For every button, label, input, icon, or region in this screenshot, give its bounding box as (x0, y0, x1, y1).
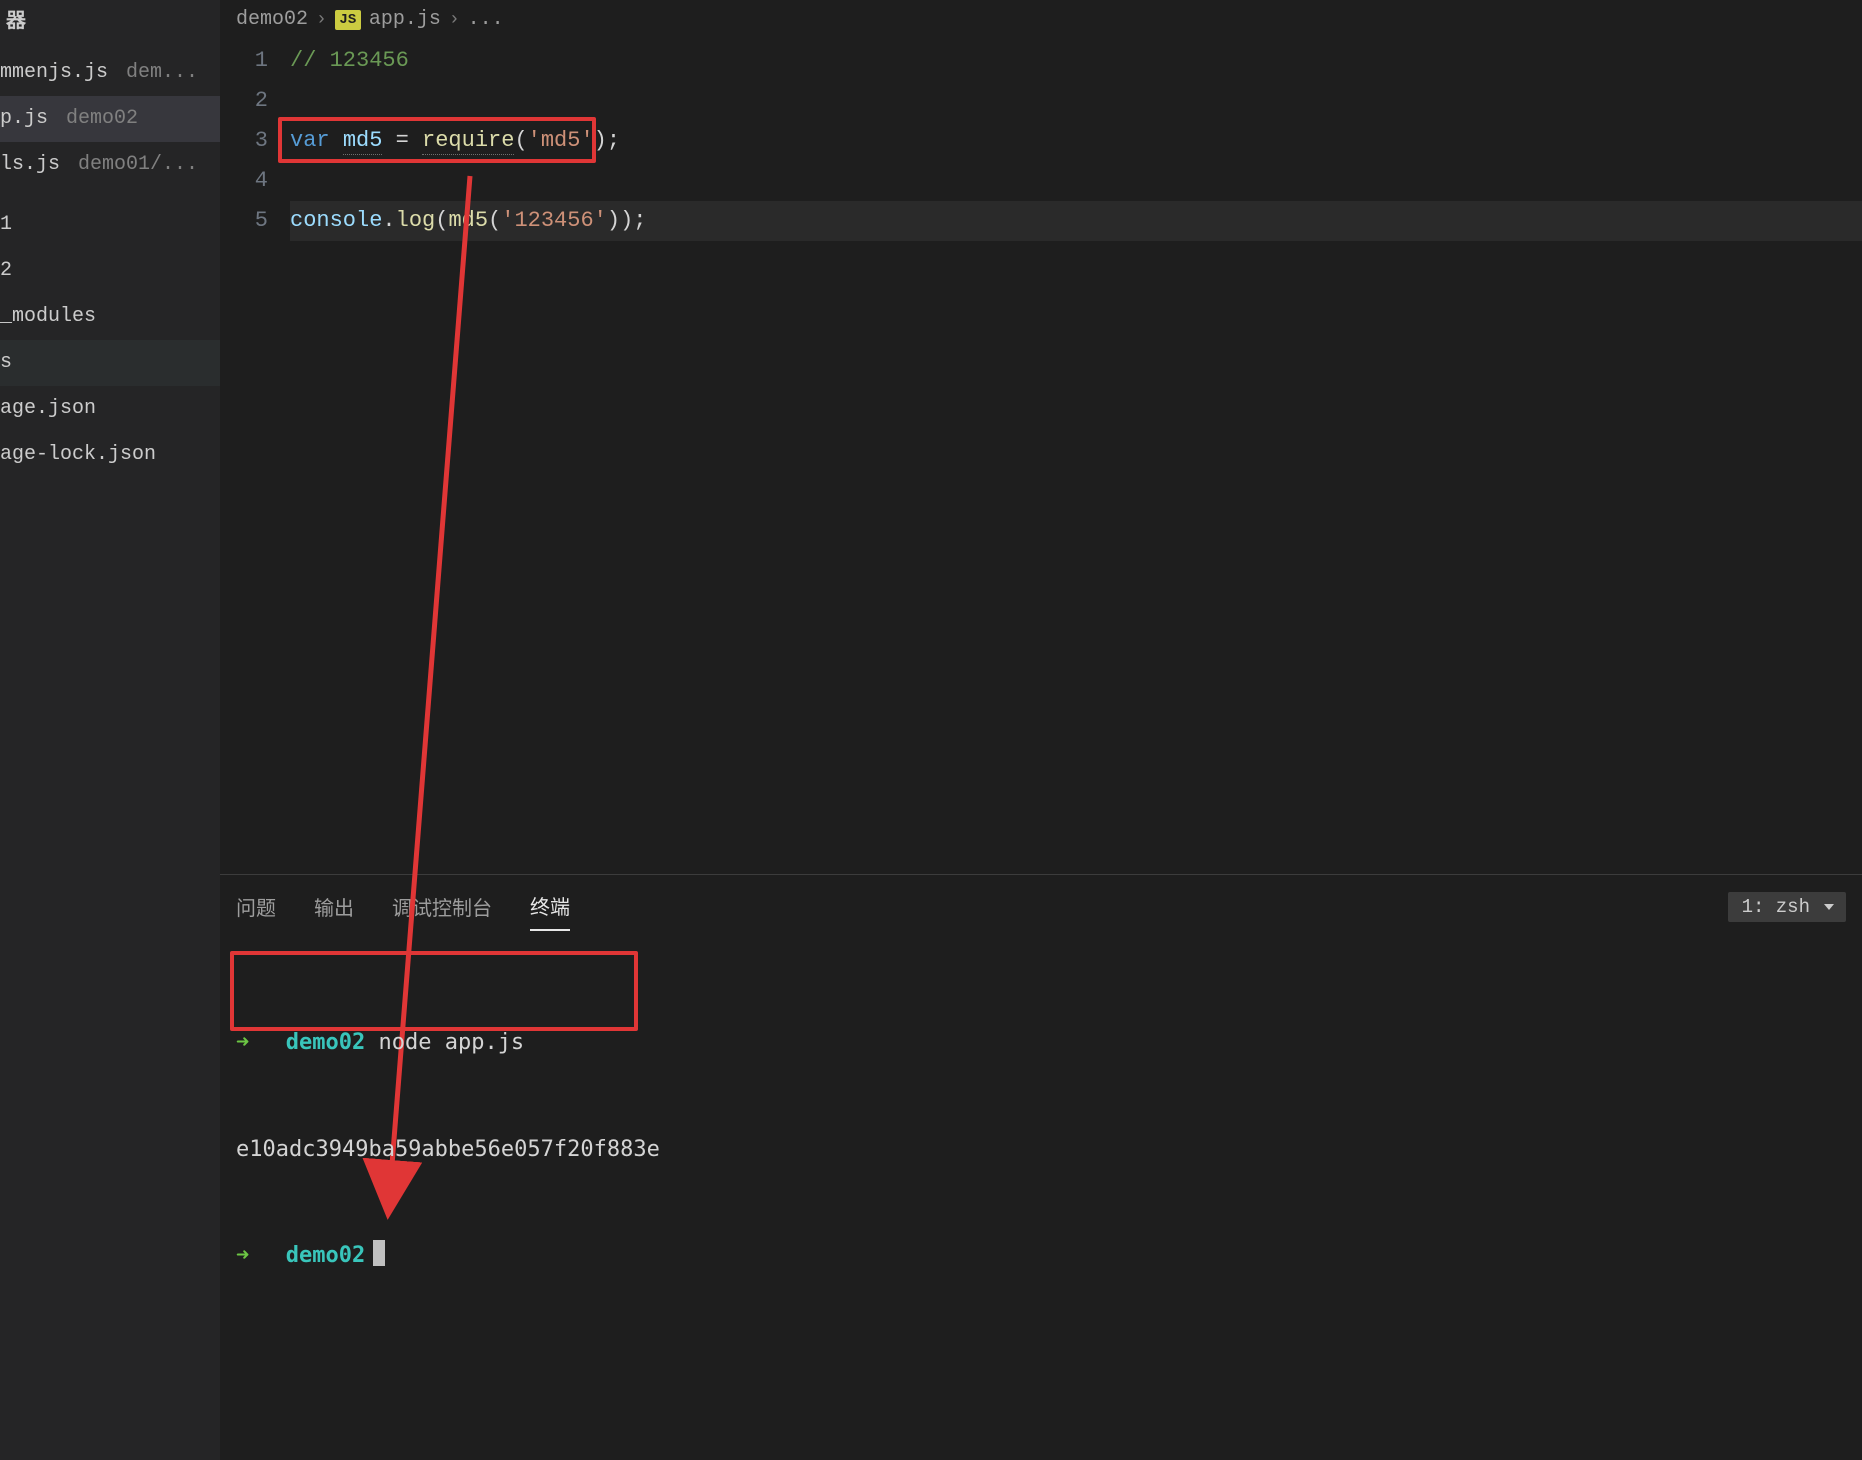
file-folder: dem... (126, 61, 198, 84)
token-comment: // 123456 (290, 48, 409, 73)
line-number: 2 (220, 81, 268, 121)
token-punctuation: ; (607, 128, 620, 153)
token-operator: = (382, 128, 422, 153)
token-punctuation: ( (435, 208, 448, 233)
tab-terminal[interactable]: 终端 (530, 883, 570, 931)
tree-label: age.json (0, 397, 96, 420)
terminal-cwd: demo02 (286, 1030, 365, 1055)
tree-label: _modules (0, 305, 96, 328)
file-name: mmenjs.js (0, 61, 108, 84)
token-function: md5 (448, 208, 488, 233)
tree-label: age-lock.json (0, 443, 156, 466)
tree-item[interactable]: 1 (0, 202, 220, 248)
tab-debug-console[interactable]: 调试控制台 (392, 884, 492, 930)
code-line[interactable]: var md5 = require('md5'); (290, 121, 1862, 161)
token-function: require (422, 128, 514, 155)
chevron-right-icon: › (316, 10, 327, 30)
token-punctuation: ( (514, 128, 527, 153)
annotation-highlight-box (230, 951, 638, 1031)
terminal-shell-label: 1: zsh (1742, 896, 1810, 918)
line-number: 4 (220, 161, 268, 201)
breadcrumb-segment[interactable]: app.js (369, 8, 441, 31)
tree-label: s (0, 351, 12, 374)
file-folder: demo01/... (78, 153, 198, 176)
bottom-panel: 问题 输出 调试控制台 终端 1: zsh ➜ demo02 node app.… (220, 874, 1862, 1460)
terminal-line: ➜ demo02 (236, 1238, 1846, 1274)
prompt-arrow-icon: ➜ (236, 1030, 249, 1055)
terminal-output: e10adc3949ba59abbe56e057f20f883e (236, 1137, 660, 1162)
chevron-right-icon: › (449, 10, 460, 30)
token-string: '123456' (501, 208, 607, 233)
token-punctuation: ( (488, 208, 501, 233)
breadcrumb-segment[interactable]: demo02 (236, 8, 308, 31)
sidebar-header-fragment: 器 (0, 2, 220, 50)
line-number: 5 (220, 201, 268, 241)
terminal-shell-select[interactable]: 1: zsh (1728, 892, 1846, 922)
tree-item[interactable]: s (0, 340, 220, 386)
code-line[interactable]: console.log(md5('123456')); (290, 201, 1862, 241)
js-file-icon: JS (335, 10, 361, 30)
terminal-cwd: demo02 (286, 1243, 365, 1268)
open-editor-file[interactable]: p.js demo02 (0, 96, 220, 142)
token-punctuation: ) (620, 208, 633, 233)
token-variable: md5 (343, 128, 383, 155)
token-string: 'md5' (528, 128, 594, 153)
tree-item[interactable]: 2 (0, 248, 220, 294)
tree-label: 2 (0, 259, 12, 282)
sidebar: 器 mmenjs.js dem... p.js demo02 ls.js dem… (0, 0, 220, 1460)
open-editor-file[interactable]: mmenjs.js dem... (0, 50, 220, 96)
tab-problems[interactable]: 问题 (236, 884, 276, 930)
code-line[interactable]: // 123456 (290, 41, 1862, 81)
tree-item[interactable]: _modules (0, 294, 220, 340)
terminal[interactable]: ➜ demo02 node app.js e10adc3949ba59abbe5… (236, 955, 1846, 1450)
token-keyword: var (290, 128, 330, 153)
breadcrumb-segment[interactable]: ... (468, 8, 504, 31)
code-line[interactable] (290, 161, 1862, 201)
terminal-cursor (373, 1240, 385, 1266)
tree-item[interactable]: age-lock.json (0, 432, 220, 478)
tree-label: 1 (0, 213, 12, 236)
tree-item[interactable]: age.json (0, 386, 220, 432)
token-punctuation: ; (633, 208, 646, 233)
breadcrumb[interactable]: demo02 › JS app.js › ... (220, 0, 1862, 39)
token-function: log (396, 208, 436, 233)
line-number-gutter: 1 2 3 4 5 (220, 41, 290, 874)
code-editor[interactable]: 1 2 3 4 5 // 123456 var md5 = require('m… (220, 39, 1862, 874)
file-name: p.js (0, 107, 48, 130)
terminal-line: ➜ demo02 node app.js (236, 1025, 1846, 1061)
file-folder: demo02 (66, 107, 138, 130)
terminal-line: e10adc3949ba59abbe56e057f20f883e (236, 1132, 1846, 1168)
code-line[interactable] (290, 81, 1862, 121)
prompt-arrow-icon: ➜ (236, 1243, 249, 1268)
token-punctuation: ) (607, 208, 620, 233)
open-editor-file[interactable]: ls.js demo01/... (0, 142, 220, 188)
file-name: ls.js (0, 153, 60, 176)
token-object: console (290, 208, 382, 233)
panel-tabs: 问题 输出 调试控制台 终端 (236, 883, 570, 931)
line-number: 1 (220, 41, 268, 81)
tab-output[interactable]: 输出 (314, 884, 354, 930)
terminal-command: node app.js (378, 1030, 524, 1055)
code-content[interactable]: // 123456 var md5 = require('md5'); cons… (290, 41, 1862, 874)
editor-area: demo02 › JS app.js › ... 1 2 3 4 5 // 12… (220, 0, 1862, 1460)
token-punctuation: . (382, 208, 395, 233)
token-punctuation: ) (594, 128, 607, 153)
line-number: 3 (220, 121, 268, 161)
